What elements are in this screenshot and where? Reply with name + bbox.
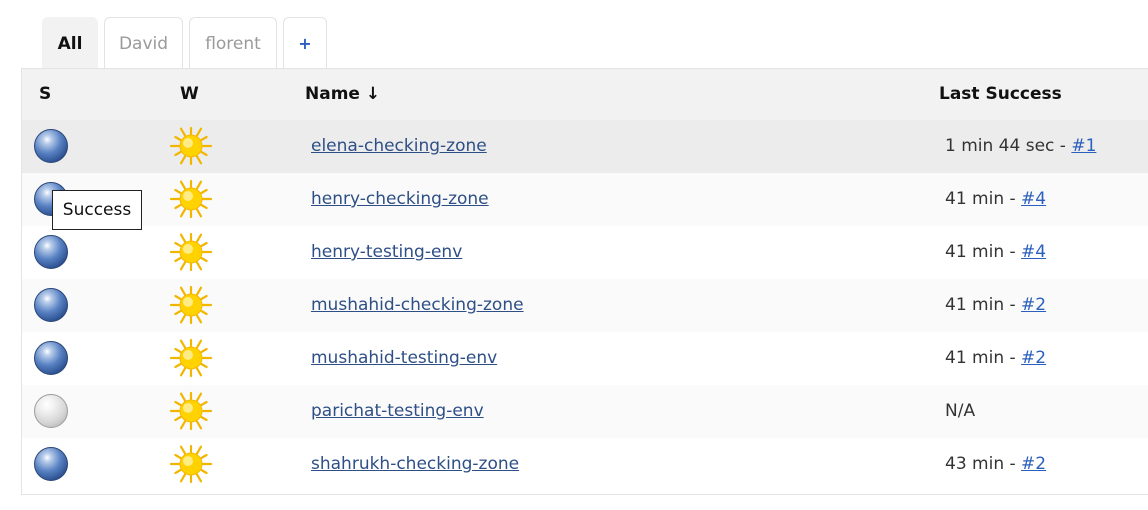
- job-name-link[interactable]: shahrukh-checking-zone: [311, 438, 519, 491]
- job-name-link[interactable]: elena-checking-zone: [311, 120, 487, 173]
- status-ball-icon[interactable]: [34, 394, 68, 428]
- build-number-link[interactable]: #4: [1021, 242, 1046, 262]
- tab-all[interactable]: All: [42, 17, 98, 69]
- job-name-link[interactable]: henry-testing-env: [311, 226, 462, 279]
- build-number-link[interactable]: #4: [1021, 189, 1046, 209]
- build-number-link[interactable]: #1: [1071, 136, 1096, 156]
- tab-david[interactable]: David: [104, 17, 183, 69]
- jobs-table: S W Name ↓ Last Success elena-checking-z…: [21, 68, 1148, 495]
- column-header-weather[interactable]: W: [180, 69, 199, 120]
- column-header-name[interactable]: Name ↓: [305, 69, 380, 120]
- table-row: mushahid-testing-env 41 min - #2: [22, 332, 1148, 385]
- status-ball-icon[interactable]: [34, 447, 68, 481]
- job-name-link[interactable]: mushahid-testing-env: [311, 332, 497, 385]
- table-row: mushahid-checking-zone 41 min - #2: [22, 279, 1148, 332]
- last-success-cell: 41 min - #2: [945, 279, 1046, 332]
- status-tooltip: Success: [52, 190, 142, 230]
- table-row: elena-checking-zone 1 min 44 sec - #1: [22, 120, 1148, 173]
- table-row: shahrukh-checking-zone 43 min - #2: [22, 438, 1148, 491]
- job-name-link[interactable]: parichat-testing-env: [311, 385, 484, 438]
- last-success-duration: 41 min -: [945, 295, 1022, 315]
- weather-sunny-icon[interactable]: [169, 442, 213, 486]
- last-success-cell: 41 min - #4: [945, 173, 1046, 226]
- status-ball-icon[interactable]: [34, 235, 68, 269]
- last-success-cell: 41 min - #2: [945, 332, 1046, 385]
- last-success-cell: N/A: [945, 385, 975, 438]
- weather-sunny-icon[interactable]: [169, 283, 213, 327]
- last-success-duration: 41 min -: [945, 189, 1022, 209]
- last-success-duration: 1 min 44 sec -: [945, 136, 1072, 156]
- last-success-duration: 41 min -: [945, 348, 1022, 368]
- last-success-duration: 41 min -: [945, 242, 1022, 262]
- view-tabs: All David florent +: [42, 17, 327, 69]
- column-header-last-success[interactable]: Last Success: [939, 69, 1062, 120]
- status-ball-icon[interactable]: [34, 129, 68, 163]
- table-header: S W Name ↓ Last Success: [22, 69, 1148, 121]
- table-row: henry-testing-env 41 min - #4: [22, 226, 1148, 279]
- weather-sunny-icon[interactable]: [169, 389, 213, 433]
- status-ball-icon[interactable]: [34, 341, 68, 375]
- last-success-duration: N/A: [945, 401, 976, 421]
- last-success-cell: 43 min - #2: [945, 438, 1046, 491]
- status-ball-icon[interactable]: [34, 288, 68, 322]
- table-row: parichat-testing-env N/A: [22, 385, 1148, 438]
- weather-sunny-icon[interactable]: [169, 124, 213, 168]
- build-number-link[interactable]: #2: [1021, 454, 1046, 474]
- weather-sunny-icon[interactable]: [169, 230, 213, 274]
- last-success-cell: 41 min - #4: [945, 226, 1046, 279]
- build-number-link[interactable]: #2: [1021, 295, 1046, 315]
- last-success-duration: 43 min -: [945, 454, 1022, 474]
- weather-sunny-icon[interactable]: [169, 336, 213, 380]
- add-view-tab[interactable]: +: [283, 17, 327, 69]
- table-row: henry-checking-zone 41 min - #4: [22, 173, 1148, 226]
- build-number-link[interactable]: #2: [1021, 348, 1046, 368]
- job-name-link[interactable]: mushahid-checking-zone: [311, 279, 524, 332]
- tab-florent[interactable]: florent: [189, 17, 277, 69]
- last-success-cell: 1 min 44 sec - #1: [945, 120, 1096, 173]
- column-header-status[interactable]: S: [39, 69, 51, 120]
- job-name-link[interactable]: henry-checking-zone: [311, 173, 489, 226]
- weather-sunny-icon[interactable]: [169, 177, 213, 221]
